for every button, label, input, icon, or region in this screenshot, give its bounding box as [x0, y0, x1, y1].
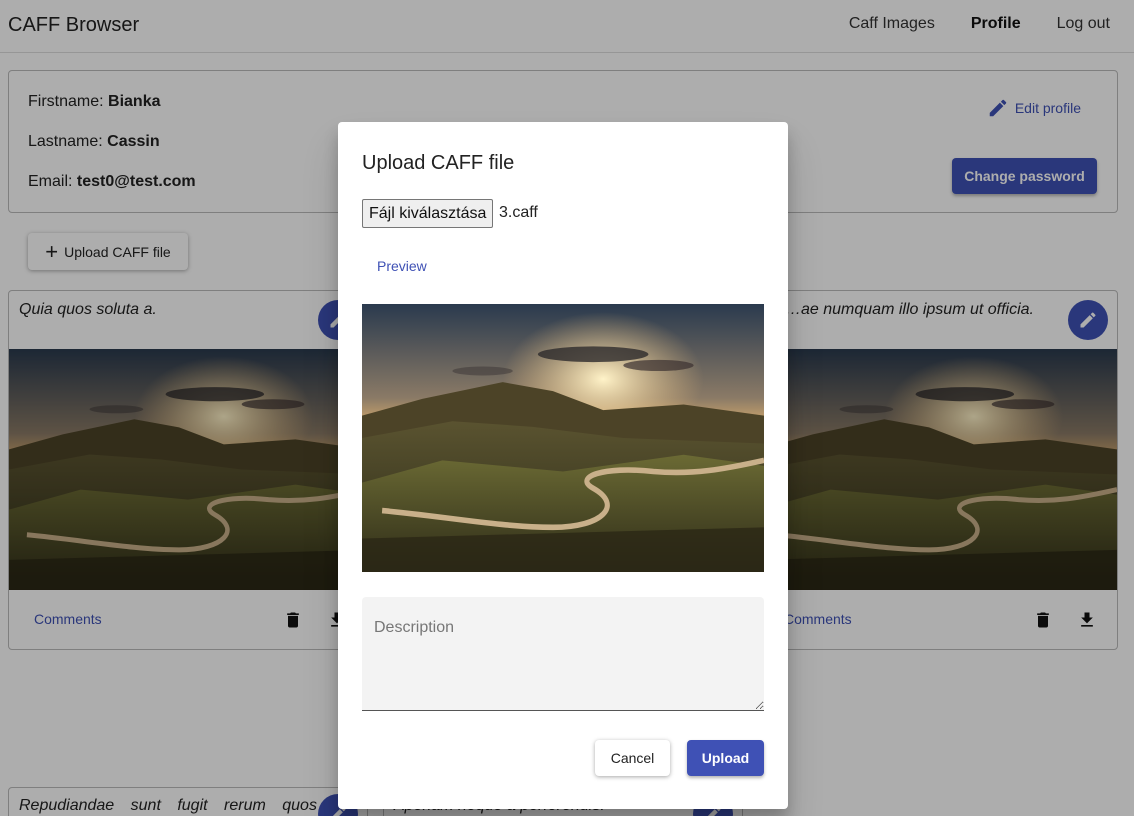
upload-dialog: Upload CAFF file Fájl kiválasztása 3.caf… — [338, 122, 788, 809]
description-input[interactable] — [362, 597, 764, 710]
description-field — [362, 597, 764, 711]
dialog-title: Upload CAFF file — [362, 152, 515, 174]
choose-file-button[interactable]: Fájl kiválasztása — [362, 199, 494, 228]
cancel-button[interactable]: Cancel — [595, 740, 670, 776]
preview-button[interactable]: Preview — [362, 248, 442, 284]
upload-button[interactable]: Upload — [687, 740, 764, 776]
preview-image — [362, 304, 764, 572]
selected-file-name: 3.caff — [499, 204, 538, 221]
